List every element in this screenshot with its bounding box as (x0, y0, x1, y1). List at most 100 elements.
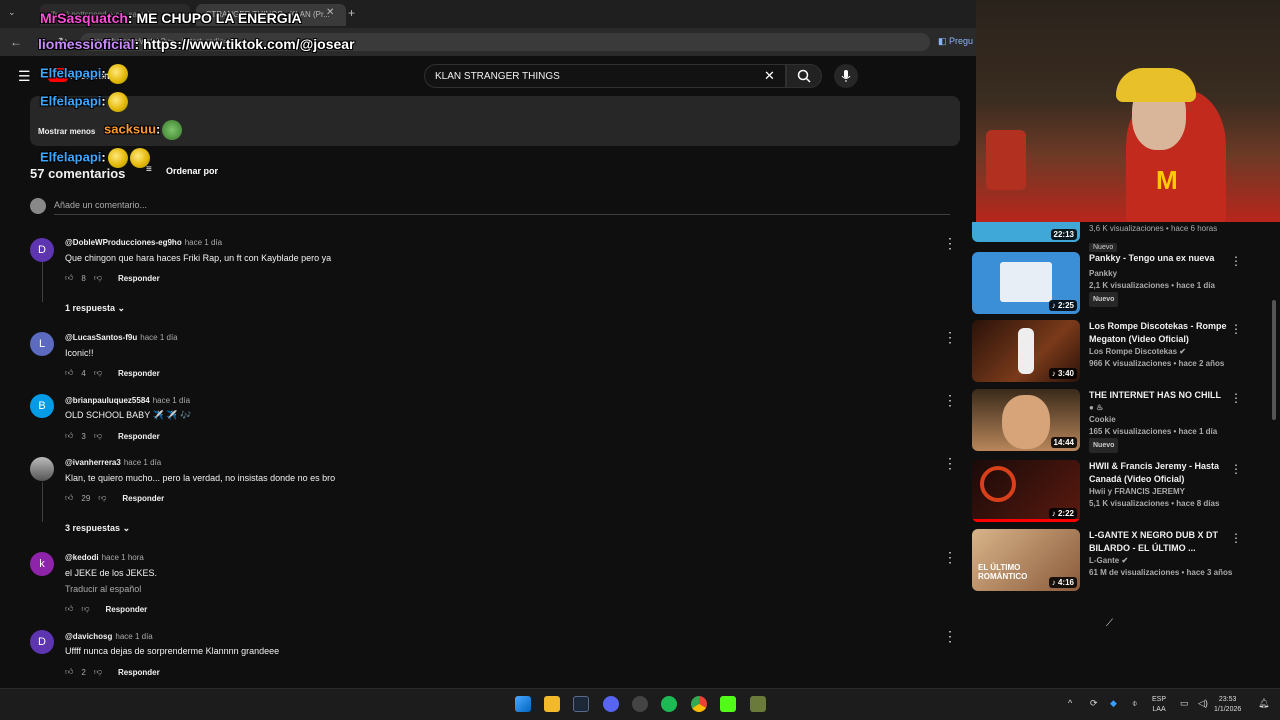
recommendation-menu-icon[interactable]: ⋮ (1230, 254, 1242, 268)
commenter-avatar[interactable] (30, 457, 54, 481)
like-icon[interactable]: 👍︎ (65, 667, 73, 677)
recommendation-thumbnail[interactable]: ♪ 3:40 (972, 320, 1080, 382)
search-button[interactable] (786, 64, 822, 88)
recommendation-menu-icon[interactable]: ⋮ (1230, 322, 1242, 336)
recommendation-item[interactable]: ♪ 2:22 HWII & Francis Jeremy - Hasta Can… (972, 460, 1272, 524)
recommendation-title[interactable]: HWII & Francis Jeremy - Hasta Canadá (Vi… (1089, 460, 1239, 486)
reply-button[interactable]: Responder (106, 605, 148, 614)
recommendation-item[interactable]: 14:44 THE INTERNET HAS NO CHILL ● ♨ Cook… (972, 389, 1272, 453)
recommendation-title[interactable]: THE INTERNET HAS NO CHILL (1089, 389, 1239, 402)
comment-time[interactable]: hace 1 día (124, 458, 161, 467)
comment-author[interactable]: @brianpauluquez5584 (65, 396, 150, 405)
reply-button[interactable]: Responder (122, 494, 164, 503)
comment-author[interactable]: @LucasSantos-f9u (65, 333, 137, 342)
comment-menu-icon[interactable]: ⋮ (943, 236, 957, 250)
comment-author[interactable]: @ivanherrera3 (65, 458, 121, 467)
comment-menu-icon[interactable]: ⋮ (943, 550, 957, 564)
comment-time[interactable]: hace 1 hora (102, 553, 144, 562)
tray-security-icon[interactable]: ◆ (1110, 698, 1117, 709)
language-indicator[interactable]: ESP LAA (1152, 695, 1166, 715)
comment-time[interactable]: hace 1 día (185, 238, 222, 247)
volume-icon[interactable]: ◁) (1198, 698, 1208, 709)
clear-search-icon[interactable]: ✕ (764, 68, 775, 84)
recommendation-title[interactable]: Pankky - Tengo una ex nueva (1089, 252, 1239, 265)
sort-button[interactable]: Ordenar por (166, 166, 218, 176)
like-icon[interactable]: 👍︎ (65, 604, 73, 614)
recommendation-item[interactable]: ♪ 2:25 Pankky - Tengo una ex nueva Pankk… (972, 252, 1272, 316)
commenter-avatar[interactable]: L (30, 332, 54, 356)
tab-list-icon[interactable]: ⌄ (8, 7, 16, 18)
obs-icon[interactable] (632, 696, 648, 712)
file-explorer-icon[interactable] (544, 696, 560, 712)
dislike-icon[interactable]: 👎︎ (94, 431, 102, 441)
app-icon[interactable] (750, 696, 766, 712)
tray-expand-icon[interactable]: ^ (1068, 698, 1072, 708)
like-icon[interactable]: 👍︎ (65, 493, 73, 503)
show-less-button[interactable]: Mostrar menos (38, 127, 95, 136)
comment-menu-icon[interactable]: ⋮ (943, 330, 957, 344)
comment-menu-icon[interactable]: ⋮ (943, 629, 957, 643)
recommendation-channel[interactable]: Hwii y FRANCIS JEREMY (1089, 486, 1239, 498)
dislike-icon[interactable]: 👎︎ (94, 368, 102, 378)
comment-time[interactable]: hace 1 día (153, 396, 190, 405)
commenter-avatar[interactable]: k (30, 552, 54, 576)
translate-button[interactable]: ◧ Pregu (938, 36, 973, 47)
notification-icon[interactable]: 🔔︎ (1258, 698, 1269, 709)
dislike-icon[interactable]: 👎︎ (94, 667, 102, 677)
recommendation-thumbnail[interactable]: EL ÚLTIMO ROMÁNTICO ♪ 4:16 (972, 529, 1080, 591)
comment-time[interactable]: hace 1 día (140, 333, 177, 342)
recommendation-item[interactable]: EL ÚLTIMO ROMÁNTICO ♪ 4:16 L-GANTE X NEGR… (972, 529, 1272, 593)
back-icon[interactable]: ← (10, 35, 22, 49)
view-replies-button[interactable]: 3 respuestas ⌄ (65, 523, 130, 534)
comment-menu-icon[interactable]: ⋮ (943, 393, 957, 407)
reply-button[interactable]: Responder (118, 432, 160, 441)
add-comment-input[interactable]: Añade un comentario... (54, 200, 147, 210)
like-icon[interactable]: 👍︎ (65, 368, 73, 378)
recommendation-channel[interactable]: L-Gante ✔ (1089, 555, 1239, 567)
start-icon[interactable] (515, 696, 531, 712)
recommendation-channel[interactable]: Los Rompe Discotekas ✔ (1089, 346, 1239, 358)
chrome-icon[interactable] (691, 696, 707, 712)
voice-search-button[interactable] (834, 64, 858, 88)
like-icon[interactable]: 👍︎ (65, 273, 73, 283)
view-replies-button[interactable]: 1 respuesta ⌄ (65, 303, 125, 314)
menu-icon[interactable]: ☰ (18, 68, 31, 85)
translate-link[interactable]: Traducir al español (65, 584, 141, 594)
recommendation-channel[interactable]: Pankky (1089, 268, 1239, 280)
sort-icon[interactable]: ≡ (146, 164, 152, 175)
steam-icon[interactable] (573, 696, 589, 712)
recommendation-thumbnail[interactable]: ♪ 2:25 (972, 252, 1080, 314)
recommendation-thumbnail[interactable]: 22:13 (972, 222, 1080, 242)
like-icon[interactable]: 👍︎ (65, 431, 73, 441)
dislike-icon[interactable]: 👎︎ (81, 604, 89, 614)
comment-author[interactable]: @davichosg (65, 632, 112, 641)
close-tab-icon[interactable]: ✕ (326, 7, 334, 18)
new-tab-icon[interactable]: + (348, 6, 355, 20)
spotify-icon[interactable] (661, 696, 677, 712)
tray-mic-icon[interactable]: ⌽ (1132, 698, 1137, 709)
tray-app-icon[interactable]: ⟳ (1090, 698, 1098, 709)
page-scrollbar[interactable] (1272, 300, 1276, 420)
reply-button[interactable]: Responder (118, 369, 160, 378)
comment-time[interactable]: hace 1 día (115, 632, 152, 641)
recommendation-menu-icon[interactable]: ⋮ (1230, 462, 1242, 476)
recommendation-thumbnail[interactable]: 14:44 (972, 389, 1080, 451)
dislike-icon[interactable]: 👎︎ (98, 493, 106, 503)
comment-author[interactable]: @DobleWProducciones-eg9ho (65, 238, 182, 247)
comment-menu-icon[interactable]: ⋮ (943, 456, 957, 470)
commenter-avatar[interactable]: B (30, 394, 54, 418)
recommendation-thumbnail[interactable]: ♪ 2:22 (972, 460, 1080, 522)
clock[interactable]: 23:53 1/1/2026 (1214, 695, 1241, 715)
recommendation-menu-icon[interactable]: ⋮ (1230, 531, 1242, 545)
reply-button[interactable]: Responder (118, 274, 160, 283)
commenter-avatar[interactable]: D (30, 238, 54, 262)
recommendation-title[interactable]: Los Rompe Discotekas - Rompe Megaton (Vi… (1089, 320, 1239, 346)
commenter-avatar[interactable]: D (30, 630, 54, 654)
network-icon[interactable]: ▭ (1180, 698, 1189, 709)
recommendation-title[interactable]: L-GANTE X NEGRO DUB X DT BILARDO - EL ÚL… (1089, 529, 1239, 555)
recommendation-channel[interactable]: Cookie (1089, 414, 1239, 426)
recommendation-menu-icon[interactable]: ⋮ (1230, 391, 1242, 405)
kick-icon[interactable] (720, 696, 736, 712)
reply-button[interactable]: Responder (118, 668, 160, 677)
search-input[interactable]: KLAN STRANGER THINGS (424, 64, 786, 88)
